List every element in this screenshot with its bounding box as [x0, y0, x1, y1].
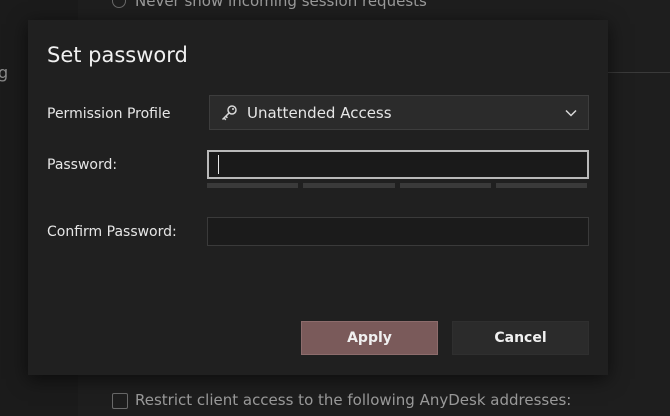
text-caret	[218, 155, 219, 174]
cancel-button[interactable]: Cancel	[452, 321, 589, 355]
strength-segment	[207, 183, 299, 188]
restrict-access-label: Restrict client access to the following …	[135, 391, 572, 409]
permission-profile-value: Unattended Access	[247, 104, 392, 122]
strength-segment	[399, 183, 491, 188]
password-label: Password:	[47, 157, 118, 173]
password-strength-meter	[207, 183, 587, 188]
permission-profile-select[interactable]: Unattended Access	[209, 95, 589, 130]
restrict-access-checkbox[interactable]	[112, 393, 128, 409]
strength-segment	[303, 183, 395, 188]
sidebar-partial-label: g	[0, 63, 9, 82]
key-icon	[221, 105, 237, 121]
dialog-title: Set password	[47, 43, 188, 67]
chevron-down-icon	[565, 109, 577, 117]
password-input[interactable]	[207, 150, 589, 179]
set-password-dialog: Set password Permission Profile Unattend…	[28, 20, 608, 375]
apply-button[interactable]: Apply	[301, 321, 438, 355]
section-divider	[608, 72, 670, 73]
strength-segment	[495, 183, 587, 188]
confirm-password-input[interactable]	[207, 217, 589, 246]
permission-profile-label: Permission Profile	[47, 106, 171, 122]
confirm-password-label: Confirm Password:	[47, 224, 177, 240]
incoming-requests-option-label: Never show incoming session requests	[135, 0, 427, 10]
